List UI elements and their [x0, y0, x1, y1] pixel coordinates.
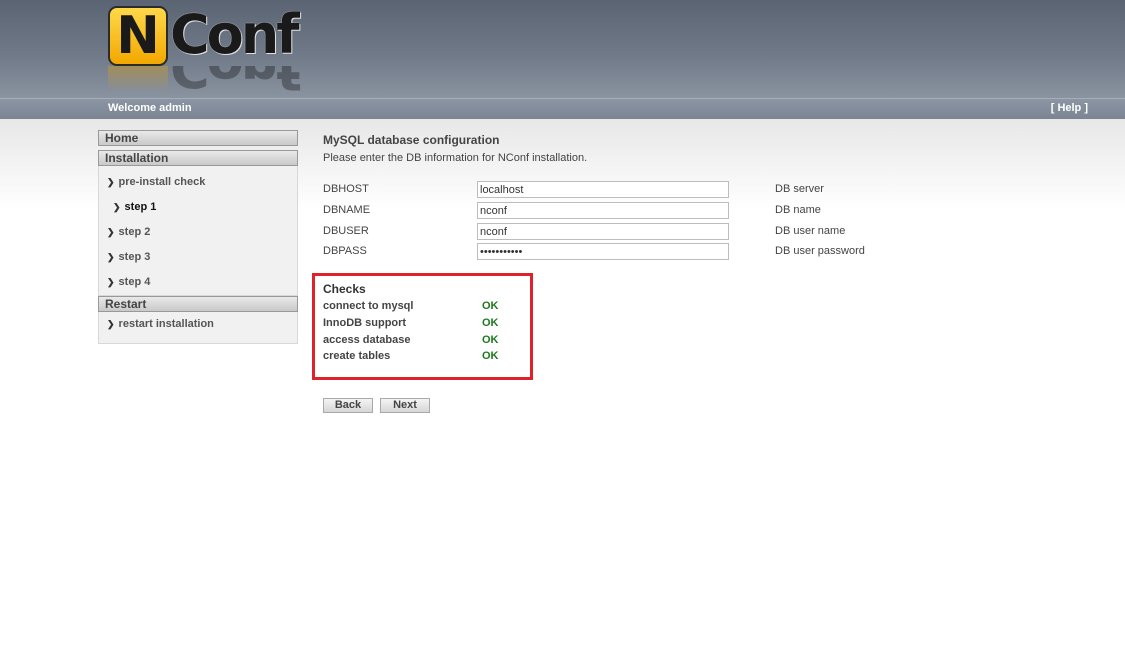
check-label: access database [323, 334, 411, 346]
sidebar-item-label: step 2 [118, 226, 151, 238]
check-status: OK [482, 334, 499, 346]
chevron-right-icon: ❯ [107, 177, 115, 187]
check-status: OK [482, 300, 499, 312]
page-description: Please enter the DB information for NCon… [323, 152, 588, 164]
sidebar: Home Installation ❯ pre-install check ❯ st… [98, 130, 298, 344]
chevron-right-icon: ❯ [107, 277, 115, 287]
dbname-input[interactable] [477, 202, 729, 219]
form-row-dbpass: DBPASS DB user password [323, 243, 1023, 261]
welcome-bar: Welcome admin [ Help ] [0, 98, 1125, 119]
sidebar-restart-panel: ❯ restart installation [98, 312, 298, 344]
check-row: access database OK [323, 334, 523, 346]
dbname-label: DBNAME [323, 204, 371, 216]
sidebar-item-restart-installation[interactable]: ❯ restart installation [99, 312, 297, 337]
dbhost-hint: DB server [775, 183, 824, 195]
logo-wordmark: Conf [170, 3, 300, 66]
sidebar-section-restart[interactable]: Restart [98, 296, 298, 312]
checks-title: Checks [323, 282, 366, 296]
sidebar-item-step-4[interactable]: ❯ step 4 [99, 270, 297, 295]
sidebar-item-label: restart installation [118, 318, 214, 330]
sidebar-item-label: step 3 [118, 251, 151, 263]
sidebar-section-installation[interactable]: Installation [98, 150, 298, 166]
sidebar-item-pre-install-check[interactable]: ❯ pre-install check [99, 170, 297, 195]
dbhost-input[interactable] [477, 181, 729, 198]
logo-reflection-badge [108, 66, 168, 92]
form-row-dbhost: DBHOST DB server [323, 181, 1023, 199]
dbpass-input[interactable] [477, 243, 729, 260]
chevron-right-icon: ❯ [107, 252, 115, 262]
sidebar-home[interactable]: Home [98, 130, 298, 146]
check-row: create tables OK [323, 350, 523, 362]
dbpass-label: DBPASS [323, 245, 367, 257]
sidebar-item-step-1[interactable]: ❯ step 1 [99, 195, 297, 220]
logo-reflection: Conf [108, 66, 313, 92]
nconf-logo: N Conf Conf [108, 6, 313, 92]
check-status: OK [482, 317, 499, 329]
check-label: InnoDB support [323, 317, 407, 329]
next-button[interactable]: Next [380, 398, 430, 413]
help-link[interactable]: [ Help ] [1051, 102, 1088, 114]
check-row: InnoDB support OK [323, 317, 523, 329]
check-label: connect to mysql [323, 300, 414, 312]
header: N Conf Conf [0, 0, 1125, 98]
dbhost-label: DBHOST [323, 183, 369, 195]
welcome-text: Welcome admin [108, 102, 192, 114]
check-status: OK [482, 350, 499, 362]
main-content: MySQL database configuration Please ente… [323, 133, 1083, 260]
dbname-hint: DB name [775, 204, 821, 216]
back-button[interactable]: Back [323, 398, 373, 413]
dbpass-hint: DB user password [775, 245, 865, 257]
check-label: create tables [323, 350, 391, 362]
logo-reflection-text: Conf [170, 66, 297, 92]
sidebar-item-label: pre-install check [118, 176, 206, 188]
chevron-right-icon: ❯ [107, 319, 115, 329]
sidebar-item-step-3[interactable]: ❯ step 3 [99, 245, 297, 270]
form-row-dbuser: DBUSER DB user name [323, 223, 1023, 241]
chevron-right-icon: ❯ [113, 202, 121, 212]
check-row: connect to mysql OK [323, 300, 523, 312]
dbuser-hint: DB user name [775, 225, 846, 237]
form-row-dbname: DBNAME DB name [323, 202, 1023, 220]
logo-letter: N [116, 6, 160, 66]
sidebar-item-label: step 1 [124, 201, 157, 213]
sidebar-installation-panel: ❯ pre-install check ❯ step 1 ❯ step 2 ❯ step… [98, 166, 298, 296]
dbuser-input[interactable] [477, 223, 729, 240]
sidebar-item-step-2[interactable]: ❯ step 2 [99, 220, 297, 245]
chevron-right-icon: ❯ [107, 227, 115, 237]
sidebar-item-label: step 4 [118, 276, 151, 288]
page-title: MySQL database configuration [323, 133, 500, 147]
dbuser-label: DBUSER [323, 225, 369, 237]
